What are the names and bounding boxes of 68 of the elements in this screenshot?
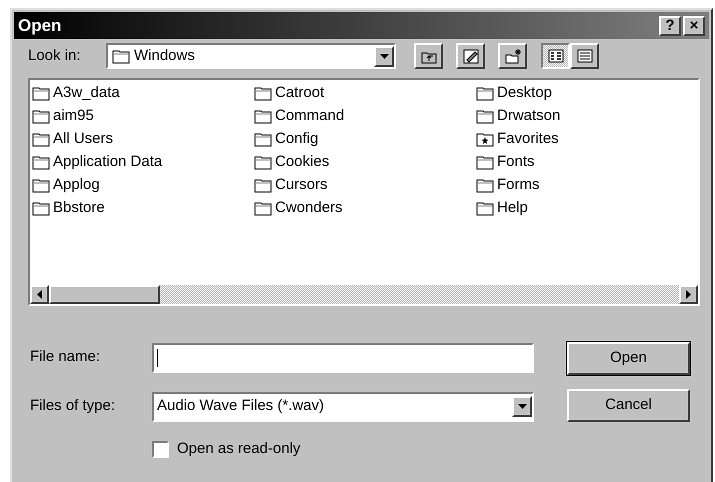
folder-item[interactable]: All Users [32, 128, 254, 151]
folder-item[interactable]: Applog [32, 174, 254, 197]
folder-icon [476, 155, 494, 170]
folder-icon [112, 48, 130, 64]
file-type-dropdown[interactable]: Audio Wave Files (*.wav) [152, 392, 534, 422]
folder-item[interactable]: Cwonders [254, 197, 476, 220]
folder-item[interactable]: Cookies [254, 151, 476, 174]
folder-item[interactable]: Favorites [476, 128, 698, 151]
folder-icon [476, 86, 494, 101]
folder-icon [254, 132, 272, 147]
folder-item[interactable]: Application Data [32, 151, 254, 174]
folder-item[interactable]: Help [476, 197, 698, 220]
folder-icon [254, 178, 272, 193]
folder-icon [32, 201, 50, 216]
folder-item[interactable]: Bbstore [32, 197, 254, 220]
look-in-label: Look in: [28, 46, 82, 66]
folder-icon [476, 178, 494, 193]
down-arrow-icon [380, 54, 388, 58]
file-name-label: File name: [30, 347, 102, 368]
list-view-button[interactable] [541, 43, 570, 69]
folder-item[interactable]: Fonts [476, 151, 698, 174]
folder-item[interactable]: Cursors [254, 174, 476, 197]
scroll-left-button[interactable] [30, 285, 49, 304]
close-button[interactable]: × [683, 16, 705, 36]
look-in-value: Windows [134, 46, 196, 66]
cancel-button[interactable]: Cancel [567, 389, 690, 422]
favorites-folder-icon [476, 132, 494, 147]
right-arrow-icon [686, 290, 691, 299]
new-folder-icon [504, 48, 522, 64]
folder-icon [32, 155, 50, 170]
file-type-value: Audio Wave Files (*.wav) [157, 396, 325, 416]
folder-icon [32, 132, 50, 147]
help-button[interactable]: ? [659, 16, 681, 36]
folder-icon [254, 109, 272, 124]
folder-icon [476, 201, 494, 216]
new-folder-button[interactable] [498, 43, 527, 69]
file-name-field[interactable] [152, 342, 534, 372]
folder-item[interactable]: aim95 [32, 105, 254, 128]
folder-icon [32, 86, 50, 101]
folder-icon [32, 109, 50, 124]
folder-item[interactable]: Catroot [254, 82, 476, 105]
details-view-icon [576, 49, 592, 63]
look-in-dropdown[interactable]: Windows [106, 43, 396, 69]
folder-icon [32, 178, 50, 193]
folder-item[interactable]: Command [254, 105, 476, 128]
folder-icon [254, 86, 272, 101]
scroll-right-button[interactable] [679, 285, 698, 304]
details-view-button[interactable] [570, 43, 599, 69]
folder-icon [254, 155, 272, 170]
down-arrow-icon [518, 404, 526, 409]
folder-item[interactable]: Forms [476, 174, 698, 197]
file-type-label: Files of type: [30, 396, 116, 416]
folder-icon [476, 109, 494, 124]
window-title: Open [18, 14, 62, 37]
left-arrow-icon [37, 290, 42, 299]
list-view-icon [548, 49, 564, 63]
folder-item[interactable]: A3w_data [32, 82, 254, 105]
open-button[interactable]: Open [567, 342, 690, 375]
folder-item[interactable]: Drwatson [476, 105, 698, 128]
scroll-thumb[interactable] [49, 285, 160, 304]
dropdown-arrow-button[interactable] [374, 46, 394, 66]
folder-item[interactable]: Config [254, 128, 476, 151]
folder-icon [254, 201, 272, 216]
dropdown-arrow-button[interactable] [512, 396, 532, 417]
up-folder-button[interactable] [414, 43, 443, 69]
read-only-checkbox[interactable] [152, 440, 169, 458]
folder-item[interactable]: Desktop [476, 82, 698, 105]
read-only-label: Open as read-only [177, 439, 300, 459]
